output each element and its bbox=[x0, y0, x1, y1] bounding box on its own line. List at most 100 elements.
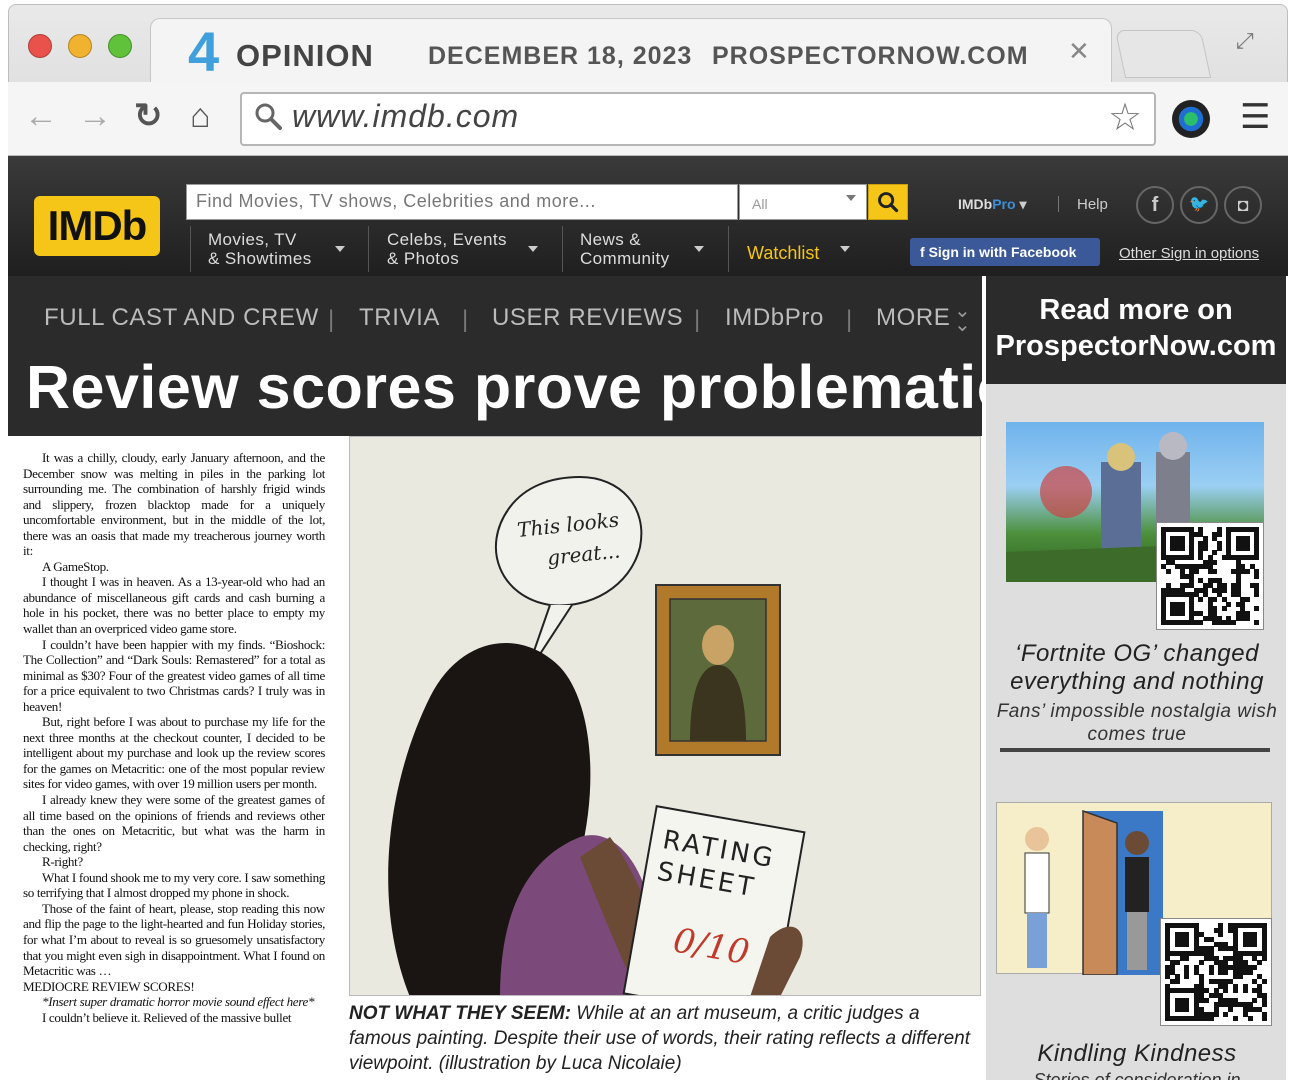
qr-module bbox=[1198, 620, 1204, 626]
qr-module bbox=[1262, 1002, 1268, 1008]
chevron-double-down-icon: ⌄ ⌄ bbox=[954, 300, 971, 336]
imdb-logo[interactable]: IMDb bbox=[34, 196, 160, 256]
qr-module bbox=[1252, 941, 1258, 947]
sidebar-story1-title[interactable]: ‘Fortnite OG’ changed everything and not… bbox=[996, 640, 1278, 696]
watchlist-link[interactable]: Watchlist bbox=[747, 243, 819, 264]
fullscreen-icon[interactable]: ⤢ bbox=[1236, 28, 1254, 54]
help-link[interactable]: Help bbox=[1077, 196, 1108, 213]
qr-module bbox=[1247, 969, 1253, 975]
qr-module bbox=[1174, 960, 1180, 966]
fortnite-qr-code[interactable] bbox=[1156, 522, 1264, 630]
article-paragraph: MEDIOCRE REVIEW SCORES! bbox=[23, 978, 195, 994]
sidebar-header-line1: Read more on bbox=[1039, 294, 1233, 326]
qr-module bbox=[1254, 592, 1260, 598]
qr-module bbox=[1174, 979, 1180, 984]
qr-module bbox=[1245, 545, 1250, 551]
qr-module bbox=[1208, 1016, 1214, 1022]
qr-module bbox=[1245, 569, 1250, 574]
illustration-drawing: This looks great... RATING SHEET 0/10 bbox=[388, 475, 806, 995]
article-paragraph: I couldn’t believe it. Relieved of the m… bbox=[42, 1009, 292, 1025]
nav-divider bbox=[562, 226, 563, 272]
article-paragraph: I already knew they were some of the gre… bbox=[23, 792, 325, 854]
subnav-full-cast[interactable]: FULL CAST AND CREW bbox=[44, 304, 319, 332]
bookmark-star-icon[interactable]: ☆ bbox=[1108, 98, 1142, 138]
tab-close-icon[interactable]: ✕ bbox=[1068, 36, 1090, 67]
tab-date: DECEMBER 18, 2023 bbox=[428, 42, 693, 70]
subnav-divider: | bbox=[846, 306, 853, 333]
subnav-user-reviews[interactable]: USER REVIEWS bbox=[492, 304, 683, 332]
qr-module bbox=[1262, 955, 1268, 961]
subnav-trivia[interactable]: TRIVIA bbox=[359, 304, 440, 332]
caption-lead: NOT WHAT THEY SEEM: bbox=[349, 1003, 572, 1024]
back-icon[interactable]: ← bbox=[24, 96, 58, 136]
qr-module bbox=[1228, 1007, 1234, 1012]
chevron-down-icon bbox=[335, 246, 345, 252]
home-icon[interactable]: ⌂ bbox=[190, 96, 211, 136]
qr-module bbox=[1233, 1016, 1238, 1022]
qr-module bbox=[1212, 559, 1218, 565]
article-paragraph: Those of the faint of heart, please, sto… bbox=[23, 900, 325, 979]
tab-site-name: PROSPECTORNOW.COM bbox=[712, 42, 1029, 70]
imdbpro-menu[interactable]: IMDbPro ▾ bbox=[958, 196, 1026, 213]
qr-module bbox=[1254, 555, 1260, 560]
qr-module bbox=[1184, 941, 1190, 947]
article-paragraph: I thought I was in heaven. As a 13-year-… bbox=[23, 574, 325, 637]
hamburger-menu-icon[interactable]: ☰ bbox=[1240, 100, 1270, 134]
zoom-window-button[interactable] bbox=[108, 34, 132, 58]
search-button[interactable] bbox=[868, 184, 908, 220]
sidebar-story2-title[interactable]: Kindling Kindness bbox=[996, 1040, 1278, 1068]
chevron-down-icon bbox=[694, 246, 704, 252]
tab-section-title: OPINION bbox=[236, 38, 374, 73]
sidebar-header: Read more on ProspectorNow.com bbox=[986, 276, 1286, 384]
qr-module bbox=[1184, 1007, 1190, 1012]
chevron-down-icon bbox=[846, 195, 856, 201]
header-divider bbox=[1058, 196, 1059, 212]
facebook-icon[interactable]: f bbox=[1136, 186, 1174, 224]
subnav-imdbpro[interactable]: IMDbPro bbox=[725, 304, 824, 332]
qr-module bbox=[1245, 597, 1250, 602]
close-window-button[interactable] bbox=[28, 34, 52, 58]
sidebar-header-line2: ProspectorNow.com bbox=[995, 330, 1277, 362]
qr-module bbox=[1193, 569, 1199, 574]
nav-news-community[interactable]: News & Community bbox=[580, 230, 670, 268]
qr-module bbox=[1226, 601, 1232, 607]
nav-divider bbox=[190, 226, 191, 272]
chevron-down-icon bbox=[840, 246, 850, 252]
nav-movies-tv[interactable]: Movies, TV & Showtimes bbox=[208, 230, 312, 268]
qr-module bbox=[1213, 1011, 1219, 1017]
search-category-select[interactable]: All bbox=[739, 184, 867, 220]
qr-module bbox=[1179, 611, 1185, 616]
qr-module bbox=[1242, 988, 1248, 994]
qr-module bbox=[1245, 615, 1250, 621]
qr-module bbox=[1252, 965, 1258, 970]
facebook-signin-button[interactable]: f Sign in with Facebook bbox=[910, 238, 1100, 266]
instagram-icon[interactable]: ◘ bbox=[1224, 186, 1262, 224]
imdbpro-label-a: IMDb bbox=[958, 196, 993, 212]
subnav-more[interactable]: MORE bbox=[876, 304, 950, 332]
illustration: This looks great... RATING SHEET 0/10 bbox=[349, 436, 981, 996]
sidebar-story1-subtitle: Fans’ impossible nostalgia wish comes tr… bbox=[996, 701, 1278, 745]
forward-icon[interactable]: → bbox=[78, 96, 112, 136]
qr-module bbox=[1212, 569, 1218, 574]
url-text[interactable]: www.imdb.com bbox=[292, 98, 519, 135]
minimize-window-button[interactable] bbox=[68, 34, 92, 58]
twitter-icon[interactable]: 🐦 bbox=[1180, 186, 1218, 224]
article-paragraph: A GameStop. bbox=[42, 558, 109, 574]
nav-celebs-events[interactable]: Celebs, Events & Photos bbox=[387, 230, 507, 268]
qr-module bbox=[1198, 597, 1204, 602]
article-body: It was a chilly, cloudy, early January a… bbox=[23, 450, 325, 1080]
nav-label: Celebs, Events bbox=[387, 230, 507, 249]
other-signin-link[interactable]: Other Sign in options bbox=[1119, 245, 1259, 262]
sidebar-story2-subtitle: Stories of consideration in bbox=[1033, 1070, 1241, 1080]
new-tab-button[interactable] bbox=[1114, 30, 1212, 78]
reload-icon[interactable]: ↻ bbox=[134, 96, 163, 136]
qr-module bbox=[1254, 573, 1260, 579]
article-paragraph: It was a chilly, cloudy, early January a… bbox=[23, 450, 325, 559]
qr-module bbox=[1254, 620, 1260, 626]
qr-module bbox=[1221, 606, 1227, 612]
nav-label: & Photos bbox=[387, 249, 460, 268]
extension-icon[interactable] bbox=[1172, 100, 1210, 138]
article-paragraph: What I found shook me to my very core. I… bbox=[23, 869, 325, 901]
qr-module bbox=[1203, 545, 1208, 551]
kindness-qr-code[interactable] bbox=[1160, 918, 1272, 1026]
